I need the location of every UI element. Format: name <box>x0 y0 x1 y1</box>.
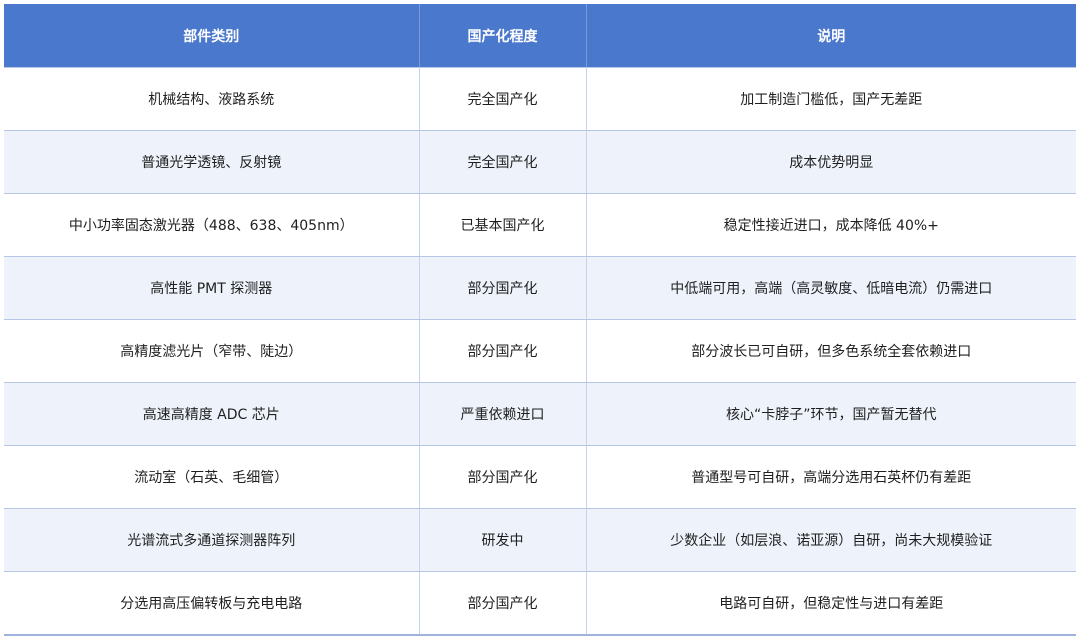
cell-localization-level: 完全国产化 <box>418 67 586 131</box>
cell-description: 加工制造门槛低，国产无差距 <box>585 67 1076 131</box>
cell-description: 成本优势明显 <box>585 130 1076 194</box>
table-row: 分选用高压偏转板与充电电路 部分国产化 电路可自研，但稳定性与进口有差距 <box>4 571 1076 636</box>
cell-component-category: 高性能 PMT 探测器 <box>4 256 419 320</box>
table-body: 机械结构、液路系统 完全国产化 加工制造门槛低，国产无差距 普通光学透镜、反射镜… <box>4 67 1076 636</box>
cell-description: 中低端可用，高端（高灵敏度、低暗电流）仍需进口 <box>585 256 1076 320</box>
cell-component-category: 光谱流式多通道探测器阵列 <box>4 508 419 572</box>
table-row: 高速高精度 ADC 芯片 严重依赖进口 核心“卡脖子”环节，国产暂无替代 <box>4 382 1076 446</box>
cell-component-category: 中小功率固态激光器（488、638、405nm） <box>4 193 419 257</box>
cell-description: 少数企业（如层浪、诺亚源）自研，尚未大规模验证 <box>585 508 1076 572</box>
cell-localization-level: 部分国产化 <box>418 445 586 509</box>
table-row: 流动室（石英、毛细管） 部分国产化 普通型号可自研，高端分选用石英杯仍有差距 <box>4 445 1076 509</box>
table-row: 中小功率固态激光器（488、638、405nm） 已基本国产化 稳定性接近进口，… <box>4 193 1076 257</box>
cell-localization-level: 部分国产化 <box>418 256 586 320</box>
cell-description: 核心“卡脖子”环节，国产暂无替代 <box>585 382 1076 446</box>
cell-component-category: 流动室（石英、毛细管） <box>4 445 419 509</box>
cell-description: 电路可自研，但稳定性与进口有差距 <box>585 571 1076 636</box>
header-row: 部件类别 国产化程度 说明 <box>4 4 1076 68</box>
header-localization-level: 国产化程度 <box>418 4 586 68</box>
cell-component-category: 高精度滤光片（窄带、陡边） <box>4 319 419 383</box>
table-row: 机械结构、液路系统 完全国产化 加工制造门槛低，国产无差距 <box>4 67 1076 131</box>
table-row: 光谱流式多通道探测器阵列 研发中 少数企业（如层浪、诺亚源）自研，尚未大规模验证 <box>4 508 1076 572</box>
header-description: 说明 <box>585 4 1076 68</box>
cell-description: 普通型号可自研，高端分选用石英杯仍有差距 <box>585 445 1076 509</box>
localization-table-container: 部件类别 国产化程度 说明 机械结构、液路系统 完全国产化 加工制造门槛低，国产… <box>4 4 1076 640</box>
table-row: 高性能 PMT 探测器 部分国产化 中低端可用，高端（高灵敏度、低暗电流）仍需进… <box>4 256 1076 320</box>
cell-localization-level: 部分国产化 <box>418 319 586 383</box>
header-component-category: 部件类别 <box>4 4 419 68</box>
cell-localization-level: 部分国产化 <box>418 571 586 636</box>
cell-component-category: 高速高精度 ADC 芯片 <box>4 382 419 446</box>
cell-component-category: 机械结构、液路系统 <box>4 67 419 131</box>
cell-component-category: 普通光学透镜、反射镜 <box>4 130 419 194</box>
cell-localization-level: 已基本国产化 <box>418 193 586 257</box>
cell-description: 部分波长已可自研，但多色系统全套依赖进口 <box>585 319 1076 383</box>
cell-description: 稳定性接近进口，成本降低 40%+ <box>585 193 1076 257</box>
localization-table: 部件类别 国产化程度 说明 机械结构、液路系统 完全国产化 加工制造门槛低，国产… <box>4 4 1076 636</box>
cell-localization-level: 研发中 <box>418 508 586 572</box>
table-row: 高精度滤光片（窄带、陡边） 部分国产化 部分波长已可自研，但多色系统全套依赖进口 <box>4 319 1076 383</box>
cell-component-category: 分选用高压偏转板与充电电路 <box>4 571 419 636</box>
table-row: 普通光学透镜、反射镜 完全国产化 成本优势明显 <box>4 130 1076 194</box>
cell-localization-level: 严重依赖进口 <box>418 382 586 446</box>
table-header: 部件类别 国产化程度 说明 <box>4 4 1076 68</box>
cell-localization-level: 完全国产化 <box>418 130 586 194</box>
